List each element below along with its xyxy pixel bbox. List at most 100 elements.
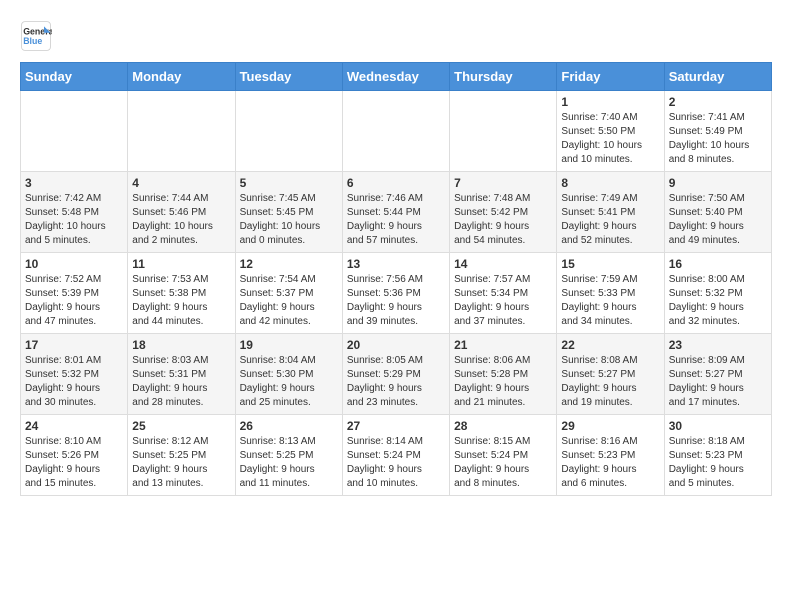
- calendar-cell: 27Sunrise: 8:14 AM Sunset: 5:24 PM Dayli…: [342, 415, 449, 496]
- day-number: 16: [669, 257, 767, 271]
- day-number: 3: [25, 176, 123, 190]
- day-info: Sunrise: 7:42 AM Sunset: 5:48 PM Dayligh…: [25, 192, 123, 248]
- day-number: 21: [454, 338, 552, 352]
- calendar-cell: [450, 91, 557, 172]
- day-info: Sunrise: 7:50 AM Sunset: 5:40 PM Dayligh…: [669, 192, 767, 248]
- day-info: Sunrise: 8:03 AM Sunset: 5:31 PM Dayligh…: [132, 354, 230, 410]
- calendar-week-row: 17 Sunrise: 8:01 AM Sunset: 5:32 PM Dayli…: [21, 334, 772, 415]
- calendar-cell: 23 Sunrise: 8:09 AM Sunset: 5:27 PM Dayli…: [664, 334, 771, 415]
- page-header: General Blue: [20, 20, 772, 52]
- day-number: 28: [454, 419, 552, 433]
- day-number: 27: [347, 419, 445, 433]
- day-info: Sunrise: 8:18 AM Sunset: 5:23 PM Dayligh…: [669, 435, 767, 491]
- calendar-cell: 25 Sunrise: 8:12 AM Sunset: 5:25 PM Dayli…: [128, 415, 235, 496]
- calendar-cell: 11 Sunrise: 7:53 AM Sunset: 5:38 PM Dayli…: [128, 253, 235, 334]
- calendar-cell: 9 Sunrise: 7:50 AM Sunset: 5:40 PM Daylig…: [664, 172, 771, 253]
- day-number: 10: [25, 257, 123, 271]
- day-info: Sunrise: 8:00 AM Sunset: 5:32 PM Dayligh…: [669, 273, 767, 329]
- day-info: Sunrise: 8:04 AM Sunset: 5:30 PM Dayligh…: [240, 354, 338, 410]
- day-info: Sunrise: 8:05 AM Sunset: 5:29 PM Dayligh…: [347, 354, 445, 410]
- day-number: 11: [132, 257, 230, 271]
- calendar-cell: 24Sunrise: 8:10 AM Sunset: 5:26 PM Dayli…: [21, 415, 128, 496]
- calendar-cell: 6 Sunrise: 7:46 AM Sunset: 5:44 PM Daylig…: [342, 172, 449, 253]
- day-number: 20: [347, 338, 445, 352]
- calendar-cell: 1 Sunrise: 7:40 AM Sunset: 5:50 PM Daylig…: [557, 91, 664, 172]
- calendar-cell: 22Sunrise: 8:08 AM Sunset: 5:27 PM Dayli…: [557, 334, 664, 415]
- calendar-cell: 12 Sunrise: 7:54 AM Sunset: 5:37 PM Dayli…: [235, 253, 342, 334]
- svg-text:Blue: Blue: [23, 36, 42, 46]
- day-info: Sunrise: 7:53 AM Sunset: 5:38 PM Dayligh…: [132, 273, 230, 329]
- calendar-table: SundayMondayTuesdayWednesdayThursdayFrid…: [20, 62, 772, 496]
- calendar-cell: 15 Sunrise: 7:59 AM Sunset: 5:33 PM Dayli…: [557, 253, 664, 334]
- calendar-header: SundayMondayTuesdayWednesdayThursdayFrid…: [21, 63, 772, 91]
- logo: General Blue: [20, 20, 58, 52]
- day-info: Sunrise: 8:12 AM Sunset: 5:25 PM Dayligh…: [132, 435, 230, 491]
- day-number: 9: [669, 176, 767, 190]
- calendar-cell: 18Sunrise: 8:03 AM Sunset: 5:31 PM Dayli…: [128, 334, 235, 415]
- day-number: 4: [132, 176, 230, 190]
- day-info: Sunrise: 8:16 AM Sunset: 5:23 PM Dayligh…: [561, 435, 659, 491]
- day-info: Sunrise: 8:01 AM Sunset: 5:32 PM Dayligh…: [25, 354, 123, 410]
- day-info: Sunrise: 7:56 AM Sunset: 5:36 PM Dayligh…: [347, 273, 445, 329]
- day-info: Sunrise: 7:48 AM Sunset: 5:42 PM Dayligh…: [454, 192, 552, 248]
- calendar-cell: 13 Sunrise: 7:56 AM Sunset: 5:36 PM Dayli…: [342, 253, 449, 334]
- calendar-cell: 20 Sunrise: 8:05 AM Sunset: 5:29 PM Dayli…: [342, 334, 449, 415]
- header-day: Friday: [557, 63, 664, 91]
- day-info: Sunrise: 7:44 AM Sunset: 5:46 PM Dayligh…: [132, 192, 230, 248]
- day-info: Sunrise: 7:49 AM Sunset: 5:41 PM Dayligh…: [561, 192, 659, 248]
- day-number: 30: [669, 419, 767, 433]
- day-number: 13: [347, 257, 445, 271]
- day-number: 17: [25, 338, 123, 352]
- calendar-cell: [235, 91, 342, 172]
- day-number: 25: [132, 419, 230, 433]
- day-number: 14: [454, 257, 552, 271]
- calendar-body: 1 Sunrise: 7:40 AM Sunset: 5:50 PM Daylig…: [21, 91, 772, 496]
- day-info: Sunrise: 7:54 AM Sunset: 5:37 PM Dayligh…: [240, 273, 338, 329]
- calendar-week-row: 1 Sunrise: 7:40 AM Sunset: 5:50 PM Daylig…: [21, 91, 772, 172]
- day-info: Sunrise: 7:46 AM Sunset: 5:44 PM Dayligh…: [347, 192, 445, 248]
- day-info: Sunrise: 8:06 AM Sunset: 5:28 PM Dayligh…: [454, 354, 552, 410]
- day-number: 1: [561, 95, 659, 109]
- day-info: Sunrise: 8:13 AM Sunset: 5:25 PM Dayligh…: [240, 435, 338, 491]
- day-info: Sunrise: 8:09 AM Sunset: 5:27 PM Dayligh…: [669, 354, 767, 410]
- calendar-cell: 5Sunrise: 7:45 AM Sunset: 5:45 PM Daylig…: [235, 172, 342, 253]
- logo-icon: General Blue: [20, 20, 52, 52]
- day-info: Sunrise: 7:41 AM Sunset: 5:49 PM Dayligh…: [669, 111, 767, 167]
- day-info: Sunrise: 7:57 AM Sunset: 5:34 PM Dayligh…: [454, 273, 552, 329]
- header-day: Tuesday: [235, 63, 342, 91]
- day-number: 22: [561, 338, 659, 352]
- calendar-cell: 8 Sunrise: 7:49 AM Sunset: 5:41 PM Daylig…: [557, 172, 664, 253]
- calendar-cell: 21 Sunrise: 8:06 AM Sunset: 5:28 PM Dayli…: [450, 334, 557, 415]
- day-info: Sunrise: 7:45 AM Sunset: 5:45 PM Dayligh…: [240, 192, 338, 248]
- calendar-cell: [342, 91, 449, 172]
- calendar-cell: 19 Sunrise: 8:04 AM Sunset: 5:30 PM Dayli…: [235, 334, 342, 415]
- day-info: Sunrise: 8:10 AM Sunset: 5:26 PM Dayligh…: [25, 435, 123, 491]
- calendar-cell: 7Sunrise: 7:48 AM Sunset: 5:42 PM Daylig…: [450, 172, 557, 253]
- calendar-cell: 29 Sunrise: 8:16 AM Sunset: 5:23 PM Dayli…: [557, 415, 664, 496]
- calendar-cell: 16 Sunrise: 8:00 AM Sunset: 5:32 PM Dayli…: [664, 253, 771, 334]
- calendar-cell: 26 Sunrise: 8:13 AM Sunset: 5:25 PM Dayli…: [235, 415, 342, 496]
- day-info: Sunrise: 7:40 AM Sunset: 5:50 PM Dayligh…: [561, 111, 659, 167]
- day-number: 29: [561, 419, 659, 433]
- day-number: 26: [240, 419, 338, 433]
- day-number: 6: [347, 176, 445, 190]
- day-number: 23: [669, 338, 767, 352]
- day-number: 12: [240, 257, 338, 271]
- calendar-cell: 28Sunrise: 8:15 AM Sunset: 5:24 PM Dayli…: [450, 415, 557, 496]
- calendar-cell: 3 Sunrise: 7:42 AM Sunset: 5:48 PM Daylig…: [21, 172, 128, 253]
- calendar-cell: [21, 91, 128, 172]
- header-day: Thursday: [450, 63, 557, 91]
- calendar-cell: 17 Sunrise: 8:01 AM Sunset: 5:32 PM Dayli…: [21, 334, 128, 415]
- day-number: 19: [240, 338, 338, 352]
- day-info: Sunrise: 7:59 AM Sunset: 5:33 PM Dayligh…: [561, 273, 659, 329]
- header-day: Sunday: [21, 63, 128, 91]
- header-day: Monday: [128, 63, 235, 91]
- calendar-cell: [128, 91, 235, 172]
- header-day: Saturday: [664, 63, 771, 91]
- header-day: Wednesday: [342, 63, 449, 91]
- day-number: 15: [561, 257, 659, 271]
- day-number: 8: [561, 176, 659, 190]
- calendar-cell: 2Sunrise: 7:41 AM Sunset: 5:49 PM Daylig…: [664, 91, 771, 172]
- calendar-cell: 30 Sunrise: 8:18 AM Sunset: 5:23 PM Dayli…: [664, 415, 771, 496]
- calendar-cell: 4 Sunrise: 7:44 AM Sunset: 5:46 PM Daylig…: [128, 172, 235, 253]
